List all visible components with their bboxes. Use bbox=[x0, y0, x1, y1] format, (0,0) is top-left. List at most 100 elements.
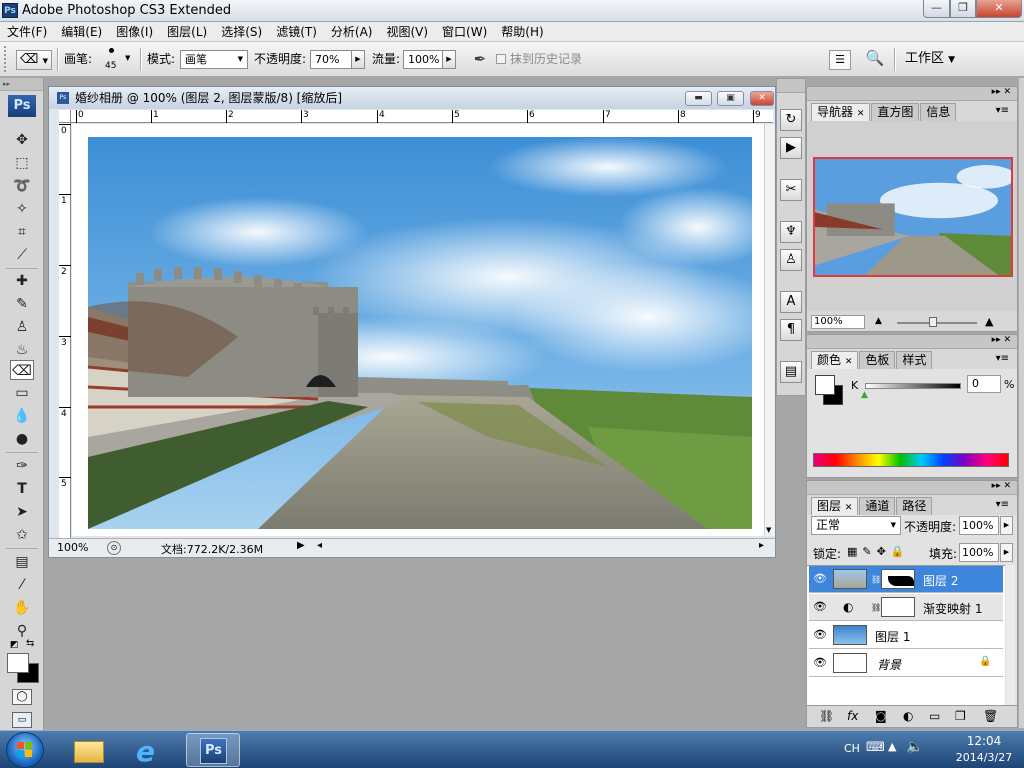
photoshop-taskbar-button[interactable]: Ps bbox=[186, 733, 240, 767]
internet-explorer-taskbar-button[interactable]: e bbox=[124, 733, 178, 768]
swap-colors-icon[interactable]: ⇆ bbox=[26, 638, 34, 649]
layers-scrollbar[interactable] bbox=[1006, 565, 1015, 705]
layer-name[interactable]: 图层 1 bbox=[875, 628, 910, 645]
dock-grip[interactable] bbox=[777, 79, 805, 93]
foreground-color-swatch[interactable] bbox=[7, 653, 29, 673]
menu-file[interactable]: 文件(F) bbox=[0, 22, 54, 41]
slice-tool-icon[interactable]: ⟋ bbox=[10, 245, 34, 265]
layer-name[interactable]: 背景 bbox=[877, 656, 901, 673]
document-close-button[interactable]: ✕ bbox=[750, 91, 774, 106]
tab-color[interactable]: 颜色 ✕ bbox=[811, 351, 859, 369]
history-brush-tool-icon[interactable]: ♨ bbox=[10, 340, 34, 360]
tab-channels[interactable]: 通道 bbox=[859, 497, 896, 515]
layer-mask-thumbnail[interactable] bbox=[881, 597, 915, 617]
actions-panel-icon[interactable]: ▶ bbox=[780, 137, 802, 159]
tab-histogram[interactable]: 直方图 bbox=[871, 103, 920, 121]
keyboard-icon[interactable]: ⌨ bbox=[866, 740, 885, 755]
lock-transparency-icon[interactable]: ▦ bbox=[847, 545, 862, 558]
dodge-tool-icon[interactable]: ● bbox=[10, 429, 34, 449]
navigator-zoom-slider[interactable] bbox=[897, 322, 977, 324]
notes-tool-icon[interactable]: ▤ bbox=[10, 552, 34, 572]
add-mask-icon[interactable]: ◙ bbox=[875, 709, 887, 723]
clock-date[interactable]: 2014/3/27 bbox=[946, 751, 1022, 764]
layer-style-icon[interactable]: fx bbox=[847, 709, 858, 723]
path-selection-tool-icon[interactable]: ➤ bbox=[10, 502, 34, 522]
workspace-menu[interactable]: 工作区 ▼ bbox=[905, 51, 955, 68]
scroll-left-icon[interactable]: ◂ bbox=[317, 540, 322, 551]
crop-tool-icon[interactable]: ⌗ bbox=[10, 222, 34, 242]
color-foreground-swatch[interactable] bbox=[815, 375, 835, 395]
layer-row-layer-2[interactable]: 👁 ⛓ 图层 2 bbox=[809, 566, 1003, 593]
lock-position-icon[interactable]: ✥ bbox=[877, 545, 891, 558]
close-icon[interactable]: ✕ bbox=[857, 109, 865, 119]
ruler-horizontal[interactable]: 0 1 2 3 4 5 6 7 8 9 bbox=[71, 110, 773, 123]
history-panel-icon[interactable]: ↻ bbox=[780, 109, 802, 131]
start-button[interactable] bbox=[6, 732, 44, 768]
brush-picker[interactable]: 45 ▼ bbox=[100, 46, 136, 74]
menu-analysis[interactable]: 分析(A) bbox=[324, 22, 380, 41]
tab-swatches[interactable]: 色板 bbox=[859, 351, 896, 369]
tab-paths[interactable]: 路径 bbox=[896, 497, 933, 515]
menu-window[interactable]: 窗口(W) bbox=[435, 22, 494, 41]
menu-image[interactable]: 图像(I) bbox=[109, 22, 160, 41]
new-group-icon[interactable]: ▭ bbox=[929, 709, 940, 723]
airbrush-icon[interactable]: ✒ bbox=[470, 50, 490, 70]
flow-slider-button[interactable]: ▶ bbox=[442, 50, 456, 69]
vertical-scrollbar[interactable]: ▼ bbox=[764, 124, 775, 536]
zoom-out-icon[interactable]: ▲ bbox=[875, 316, 882, 326]
layer-row-background[interactable]: 👁 背景 🔒 bbox=[809, 650, 1003, 677]
collapse-icon[interactable]: ▸▸ ✕ bbox=[992, 481, 1011, 491]
magic-wand-tool-icon[interactable]: ✧ bbox=[10, 199, 34, 219]
k-channel-slider[interactable] bbox=[865, 383, 961, 389]
paragraph-panel-icon[interactable]: ¶ bbox=[780, 319, 802, 341]
ruler-vertical[interactable]: 0 1 2 3 4 5 bbox=[59, 123, 71, 538]
scroll-right-icon[interactable]: ▸ bbox=[759, 540, 764, 551]
bridge-icon[interactable]: 🔍 bbox=[862, 49, 888, 71]
eraser-tool-icon[interactable]: ⌫ bbox=[10, 360, 34, 380]
chain-link-icon[interactable]: ⛓ bbox=[871, 603, 881, 612]
menu-edit[interactable]: 编辑(E) bbox=[54, 22, 109, 41]
layer-opacity-input[interactable]: 100% bbox=[959, 516, 999, 535]
move-tool-icon[interactable]: ✥ bbox=[10, 130, 34, 150]
color-spectrum-bar[interactable] bbox=[813, 453, 1009, 467]
menu-view[interactable]: 视图(V) bbox=[379, 22, 435, 41]
tab-navigator[interactable]: 导航器 ✕ bbox=[811, 103, 871, 121]
erase-to-history-checkbox[interactable] bbox=[496, 54, 506, 64]
delete-layer-icon[interactable]: 🗑 bbox=[983, 709, 998, 723]
quick-mask-icon[interactable]: ◯ bbox=[12, 689, 32, 705]
pen-tool-icon[interactable]: ✑ bbox=[10, 456, 34, 476]
shape-tool-icon[interactable]: ✩ bbox=[10, 525, 34, 545]
speaker-icon[interactable]: 🔈 bbox=[906, 739, 923, 755]
navigator-zoom-input[interactable]: 100% bbox=[811, 315, 865, 329]
lasso-tool-icon[interactable]: ➰ bbox=[10, 176, 34, 196]
minimize-button[interactable]: — bbox=[923, 0, 950, 18]
new-layer-icon[interactable]: ❐ bbox=[955, 709, 966, 723]
zoom-level[interactable]: 100% bbox=[57, 541, 88, 554]
eyedropper-tool-icon[interactable]: ⁄ bbox=[10, 575, 34, 595]
brush-tool-icon[interactable]: ✎ bbox=[10, 294, 34, 314]
visibility-eye-icon[interactable]: 👁 bbox=[812, 600, 828, 614]
explorer-taskbar-button[interactable] bbox=[62, 733, 116, 767]
layer-name[interactable]: 渐变映射 1 bbox=[923, 600, 982, 617]
close-icon[interactable]: ✕ bbox=[845, 503, 853, 513]
default-colors-icon[interactable]: ◩ bbox=[10, 640, 19, 650]
canvas-area[interactable] bbox=[72, 124, 764, 536]
status-info-icon[interactable]: ⊙ bbox=[107, 541, 121, 555]
opacity-arrow-button[interactable]: ▶ bbox=[1000, 516, 1013, 535]
menu-layer[interactable]: 图层(L) bbox=[160, 22, 214, 41]
tab-layers[interactable]: 图层 ✕ bbox=[811, 497, 859, 515]
visibility-eye-icon[interactable]: 👁 bbox=[812, 572, 828, 586]
k-value-input[interactable]: 0 bbox=[967, 375, 1001, 393]
palette-well-icon[interactable]: ☰ bbox=[829, 50, 851, 70]
clock-time[interactable]: 12:04 bbox=[954, 734, 1014, 748]
document-maximize-button[interactable]: ▣ bbox=[717, 91, 744, 106]
tool-preset-picker[interactable]: ⌫ ▼ bbox=[16, 50, 52, 70]
close-button[interactable]: ✕ bbox=[976, 0, 1022, 18]
navigator-viewbox[interactable] bbox=[813, 157, 1013, 277]
layer-comps-icon[interactable]: ▤ bbox=[780, 361, 802, 383]
collapse-icon[interactable]: ▸▸ ✕ bbox=[992, 335, 1011, 345]
type-tool-icon[interactable]: T bbox=[10, 479, 34, 499]
opacity-slider-button[interactable]: ▶ bbox=[351, 50, 365, 69]
link-layers-icon[interactable]: ⛓ bbox=[819, 709, 834, 723]
tab-styles[interactable]: 样式 bbox=[896, 351, 933, 369]
